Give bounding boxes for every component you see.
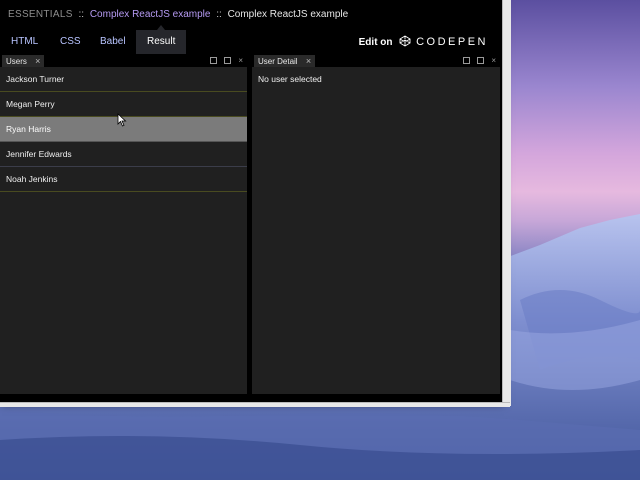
close-icon[interactable]: × [491, 55, 496, 67]
pen-title-link[interactable]: Complex ReactJS example [90, 9, 211, 20]
users-panel-controls: × [205, 55, 243, 67]
users-panel: Users × × Jackson Turner Megan Perry Rya… [0, 54, 247, 394]
title-separator-2: :: [216, 9, 222, 20]
detail-panel-header: User Detail × × [252, 54, 500, 67]
users-panel-title: Users [6, 57, 27, 66]
codepen-brand: CODEPEN [416, 36, 488, 48]
user-row-noah[interactable]: Noah Jenkins [0, 167, 247, 192]
maximize-icon[interactable] [224, 57, 232, 65]
result-pane: Users × × Jackson Turner Megan Perry Rya… [0, 54, 502, 402]
user-detail-panel: User Detail × × No user selected [252, 54, 500, 394]
title-separator: :: [78, 9, 85, 20]
popout-icon[interactable] [462, 57, 470, 65]
mouse-cursor-icon [117, 113, 127, 127]
edit-on-codepen-link[interactable]: Edit on CODEPEN [359, 30, 488, 54]
pen-title: Complex ReactJS example [227, 9, 349, 20]
tab-babel[interactable]: Babel [89, 30, 137, 54]
close-icon[interactable]: × [306, 56, 311, 66]
tab-html[interactable]: HTML [0, 30, 49, 54]
no-user-message: No user selected [258, 74, 322, 84]
user-list: Jackson Turner Megan Perry Ryan Harris J… [0, 67, 247, 192]
maximize-icon[interactable] [477, 57, 485, 65]
users-panel-header: Users × × [0, 54, 247, 67]
close-icon[interactable]: × [35, 56, 40, 66]
window-bottom-edge[interactable] [0, 402, 510, 407]
detail-panel-tab[interactable]: User Detail × [254, 55, 316, 67]
browser-window: ESSENTIALS :: Complex ReactJS example ::… [0, 0, 502, 402]
codepen-logo-icon [399, 35, 411, 47]
window-right-edge[interactable] [502, 0, 511, 406]
tab-css[interactable]: CSS [49, 30, 92, 54]
edit-on-label: Edit on [358, 37, 393, 48]
detail-panel-title: User Detail [258, 57, 298, 66]
user-row-jennifer[interactable]: Jennifer Edwards [0, 142, 247, 167]
detail-panel-controls: × [458, 55, 496, 67]
users-panel-tab[interactable]: Users × [2, 55, 45, 67]
tab-result[interactable]: Result [136, 25, 187, 54]
popout-icon[interactable] [209, 57, 217, 65]
close-icon[interactable]: × [238, 55, 243, 67]
pen-title-bar: ESSENTIALS :: Complex ReactJS example ::… [0, 0, 502, 30]
user-row-jackson[interactable]: Jackson Turner [0, 67, 247, 92]
section-label: ESSENTIALS [8, 9, 73, 20]
